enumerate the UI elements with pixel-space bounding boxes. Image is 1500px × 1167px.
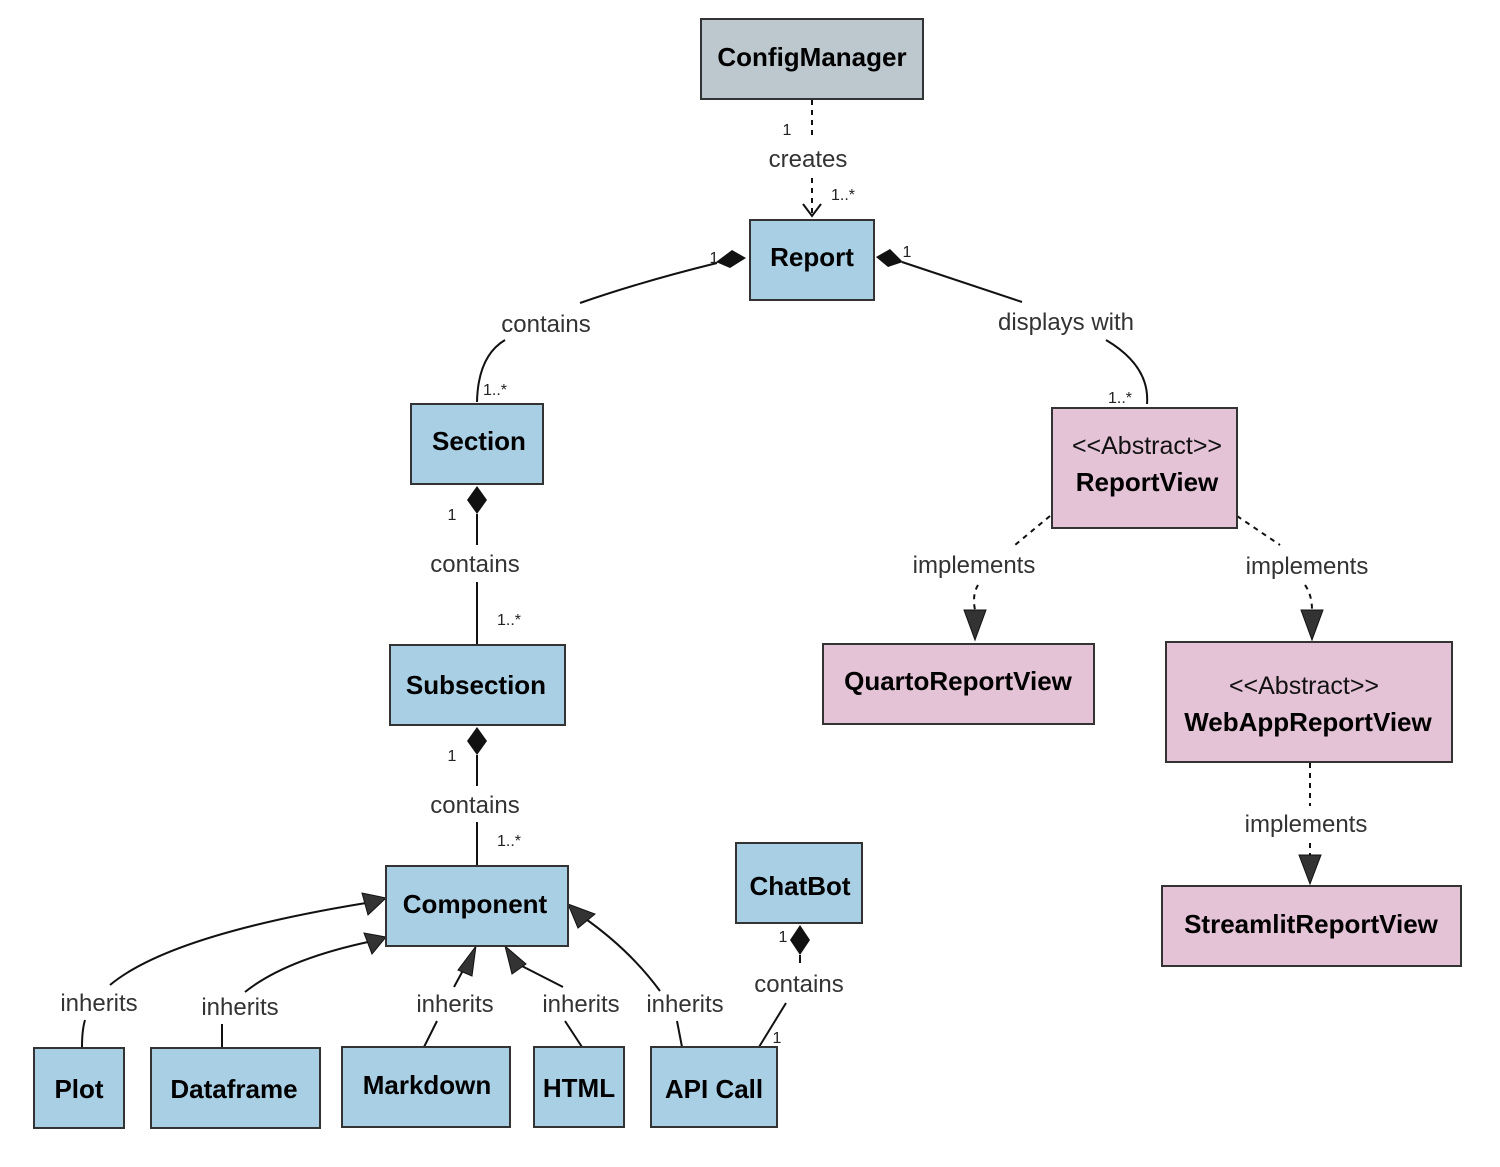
class-name: HTML	[543, 1073, 615, 1103]
class-name: API Call	[665, 1074, 763, 1104]
class-name: WebAppReportView	[1184, 707, 1432, 737]
stereotype: <<Abstract>>	[1072, 432, 1222, 460]
multiplicity: 1..*	[483, 382, 507, 399]
multiplicity: 1	[903, 244, 912, 261]
multiplicity: 1..*	[1108, 390, 1132, 407]
uml-class-diagram: creates 1 1..* contains 1 1..* displays …	[33, 18, 1462, 1129]
edge-html-inherits: inherits	[504, 944, 620, 1048]
multiplicity: 1	[783, 122, 792, 139]
edge-section-subsection: contains 1 1..*	[430, 486, 521, 645]
multiplicity: 1	[710, 250, 719, 267]
edge-apicall-inherits: inherits	[567, 903, 724, 1048]
class-markdown[interactable]: Markdown	[341, 1046, 511, 1128]
edge-label: contains	[754, 971, 843, 998]
multiplicity: 1	[773, 1030, 782, 1047]
edge-markdown-inherits: inherits	[416, 944, 494, 1048]
realization-arrow	[1298, 854, 1322, 886]
multiplicity: 1	[448, 748, 457, 765]
class-streamlitreportview[interactable]: StreamlitReportView	[1161, 885, 1462, 967]
composition-diamond	[467, 486, 487, 514]
edge-quarto-implements: implements	[913, 515, 1051, 642]
edge-label: implements	[1245, 811, 1368, 838]
generalization-arrow	[504, 944, 527, 975]
edge-report-section: contains 1 1..*	[476, 250, 746, 403]
composition-diamond	[790, 925, 810, 955]
class-name: Report	[770, 242, 854, 272]
class-webappreportview[interactable]: <<Abstract>> WebAppReportView	[1165, 641, 1453, 763]
class-dataframe[interactable]: Dataframe	[150, 1047, 321, 1129]
class-name: ChatBot	[749, 871, 850, 901]
multiplicity: 1..*	[497, 833, 521, 850]
edge-dataframe-inherits: inherits	[201, 932, 387, 1047]
edge-label: creates	[769, 146, 848, 173]
class-section[interactable]: Section	[410, 403, 544, 485]
class-plot[interactable]: Plot	[33, 1047, 125, 1129]
edge-chatbot-apicall: contains 1 1	[754, 925, 844, 1048]
class-report[interactable]: Report	[749, 219, 875, 301]
generalization-arrow	[363, 932, 387, 955]
class-name: ReportView	[1076, 467, 1219, 497]
edge-creates: creates 1 1..*	[769, 100, 855, 218]
class-component[interactable]: Component	[385, 865, 569, 947]
edge-label: inherits	[201, 994, 278, 1021]
class-name: Dataframe	[170, 1074, 297, 1104]
edge-plot-inherits: inherits	[60, 892, 388, 1048]
class-name: StreamlitReportView	[1184, 909, 1439, 939]
generalization-arrow	[457, 944, 477, 977]
class-subsection[interactable]: Subsection	[389, 644, 566, 726]
class-quartoreportview[interactable]: QuartoReportView	[822, 643, 1095, 725]
class-name: ConfigManager	[717, 42, 906, 72]
edge-label: contains	[501, 311, 590, 338]
generalization-arrow	[361, 892, 388, 916]
multiplicity: 1..*	[831, 187, 855, 204]
composition-diamond	[876, 249, 903, 267]
edge-streamlit-implements: implements	[1245, 763, 1368, 886]
realization-arrow	[963, 609, 987, 642]
multiplicity: 1	[448, 507, 457, 524]
class-chatbot[interactable]: ChatBot	[735, 842, 863, 924]
realization-arrow	[1300, 609, 1324, 642]
edge-label: inherits	[542, 991, 619, 1018]
class-name: QuartoReportView	[844, 666, 1073, 696]
composition-diamond	[716, 250, 746, 268]
multiplicity: 1	[779, 929, 788, 946]
edge-label: contains	[430, 551, 519, 578]
class-html[interactable]: HTML	[533, 1046, 625, 1128]
edge-label: inherits	[416, 991, 493, 1018]
edge-report-view: displays with 1 1..*	[876, 244, 1149, 407]
edge-label: implements	[1246, 553, 1369, 580]
edge-label: contains	[430, 792, 519, 819]
multiplicity: 1..*	[497, 612, 521, 629]
edge-subsection-component: contains 1 1..*	[430, 727, 521, 866]
composition-diamond	[467, 727, 487, 755]
edge-label: inherits	[646, 991, 723, 1018]
edge-label: inherits	[60, 990, 137, 1017]
class-name: Markdown	[363, 1070, 492, 1100]
class-apicall[interactable]: API Call	[650, 1046, 778, 1128]
edge-label: displays with	[998, 309, 1134, 336]
edge-webapp-implements: implements	[1236, 515, 1369, 642]
class-name: Subsection	[406, 670, 546, 700]
generalization-arrow	[567, 903, 596, 929]
class-name: Component	[403, 889, 548, 919]
class-reportview[interactable]: <<Abstract>> ReportView	[1051, 407, 1238, 529]
class-configmanager[interactable]: ConfigManager	[700, 18, 924, 100]
edge-label: implements	[913, 552, 1036, 579]
class-name: Plot	[54, 1074, 103, 1104]
stereotype: <<Abstract>>	[1229, 672, 1379, 700]
class-name: Section	[432, 426, 526, 456]
